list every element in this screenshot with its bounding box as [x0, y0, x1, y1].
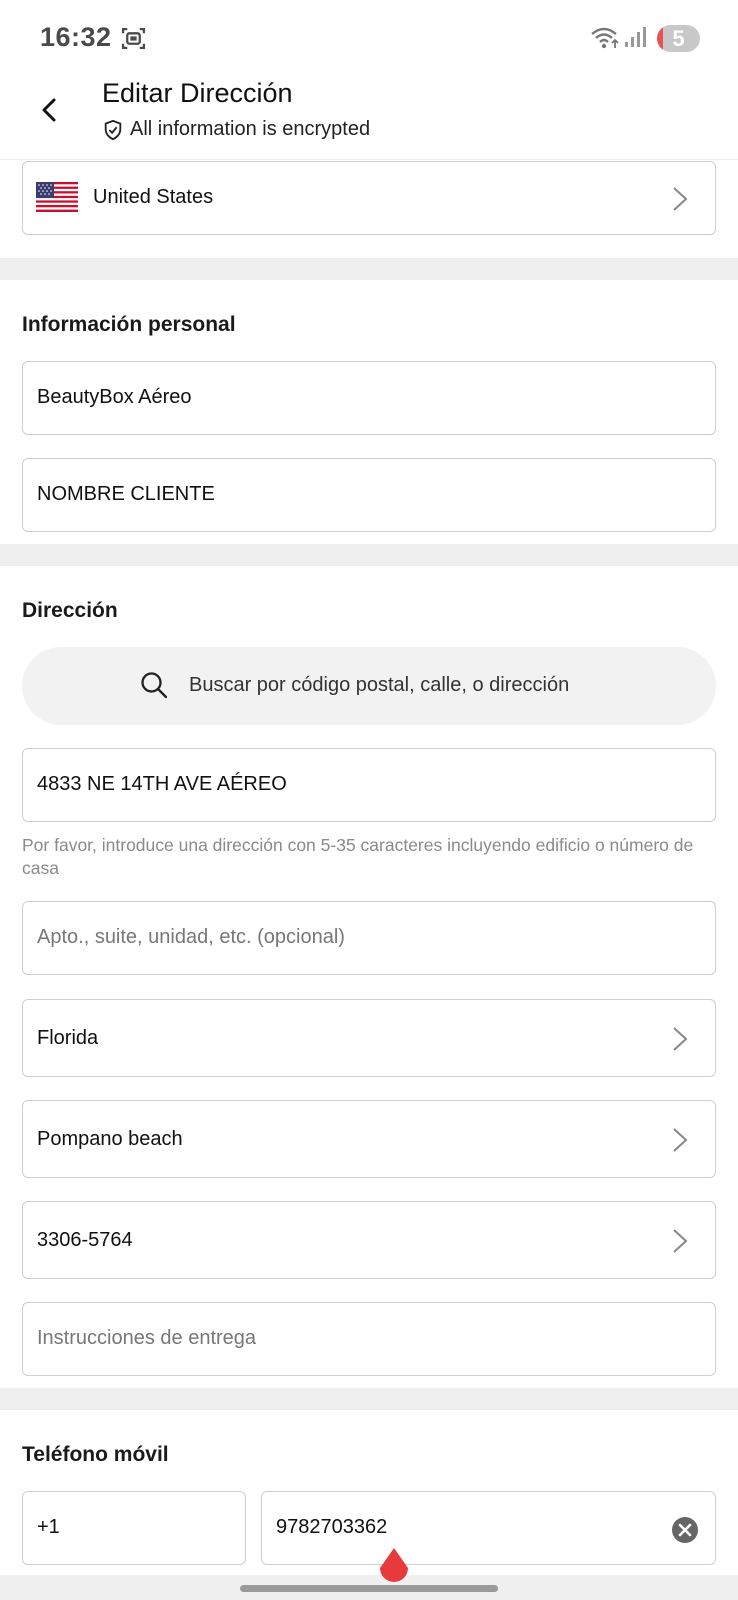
us-flag-icon	[36, 182, 78, 212]
first-name-value: BeautyBox Aéreo	[37, 386, 192, 408]
first-name-field[interactable]: BeautyBox Aéreo	[22, 361, 716, 435]
battery-icon: 5	[657, 25, 700, 52]
page-title: Editar Dirección	[102, 78, 293, 108]
street-helper-text: Por favor, introduce una dirección con 5…	[22, 835, 694, 878]
search-icon	[141, 672, 168, 699]
apartment-field[interactable]: Apto., suite, unidad, etc. (opcional)	[22, 901, 716, 975]
text-cursor-handle-icon[interactable]	[376, 1546, 412, 1588]
chevron-right-icon	[673, 187, 688, 211]
zip-code-value: 3306-5764	[37, 1229, 133, 1251]
delivery-instructions-field[interactable]: Instrucciones de entrega	[22, 1302, 716, 1376]
signal-icon	[625, 27, 646, 47]
back-arrow-icon[interactable]	[32, 92, 68, 128]
search-placeholder: Buscar por código postal, calle, o direc…	[189, 674, 570, 696]
section-divider	[0, 1388, 738, 1410]
street-address-field[interactable]: 4833 NE 14TH AVE AÉREO	[22, 748, 716, 822]
address-search-input[interactable]: Buscar por código postal, calle, o direc…	[22, 647, 716, 725]
phone-number-value: 9782703362	[276, 1516, 388, 1538]
zip-code-selector[interactable]: 3306-5764	[22, 1201, 716, 1279]
state-selector[interactable]: Florida	[22, 999, 716, 1077]
delivery-instructions-placeholder: Instrucciones de entrega	[37, 1327, 257, 1349]
chevron-right-icon	[673, 1027, 688, 1051]
phone-country-code-value: +1	[37, 1516, 60, 1538]
status-time: 16:32	[40, 22, 112, 52]
clear-icon[interactable]	[671, 1516, 699, 1544]
chevron-right-icon	[673, 1229, 688, 1253]
last-name-value: NOMBRE CLIENTE	[37, 483, 215, 505]
encryption-notice: All information is encrypted	[102, 118, 370, 141]
home-indicator[interactable]	[240, 1585, 498, 1592]
section-divider	[0, 544, 738, 566]
phone-title: Teléfono móvil	[22, 1443, 169, 1466]
encryption-text: All information is encrypted	[130, 118, 371, 140]
wifi-icon	[591, 27, 619, 49]
city-value: Pompano beach	[37, 1128, 183, 1150]
city-selector[interactable]: Pompano beach	[22, 1100, 716, 1178]
shield-check-icon	[104, 119, 122, 140]
phone-country-code-field[interactable]: +1	[22, 1491, 246, 1565]
status-bar: 16:32 5	[0, 0, 738, 76]
state-value: Florida	[37, 1027, 99, 1049]
last-name-field[interactable]: NOMBRE CLIENTE	[22, 458, 716, 532]
battery-level: 5	[672, 26, 685, 51]
phone-number-field[interactable]: 9782703362	[261, 1491, 716, 1565]
screen-record-icon	[121, 27, 146, 50]
street-address-value: 4833 NE 14TH AVE AÉREO	[37, 773, 287, 795]
chevron-right-icon	[673, 1128, 688, 1152]
section-divider	[0, 258, 738, 280]
page-header: Editar Dirección All information is encr…	[0, 76, 738, 160]
personal-info-title: Información personal	[22, 313, 236, 336]
apartment-placeholder: Apto., suite, unidad, etc. (opcional)	[37, 926, 345, 948]
country-name: United States	[93, 186, 214, 208]
country-selector[interactable]: United States	[22, 161, 716, 235]
address-title: Dirección	[22, 599, 118, 622]
